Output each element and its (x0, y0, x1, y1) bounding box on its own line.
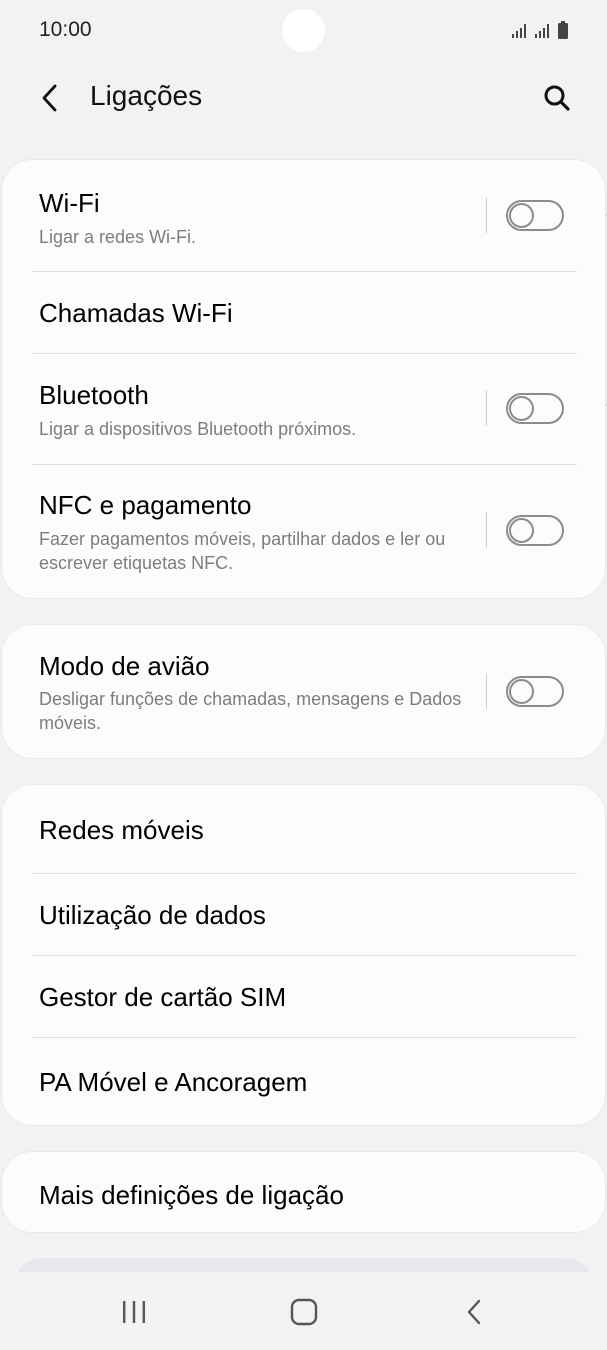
list-item-airplane-mode[interactable]: Modo de avião Desligar funções de chamad… (2, 625, 605, 758)
separator (486, 197, 487, 233)
more-settings-card: Mais definições de ligação (2, 1152, 605, 1232)
wifi-toggle[interactable] (506, 200, 564, 231)
camera-cutout (282, 9, 325, 52)
bluetooth-toggle[interactable] (506, 393, 564, 424)
signal-icon (512, 24, 526, 38)
item-subtitle: Ligar a redes Wi-Fi. (39, 227, 197, 247)
connections-card: Wi-Fi Ligar a redes Wi-Fi. Chamadas Wi-F… (2, 160, 605, 598)
item-title: Chamadas Wi-Fi (39, 298, 233, 328)
battery-icon (558, 21, 568, 39)
list-item-nfc[interactable]: NFC e pagamento Fazer pagamentos móveis,… (2, 465, 605, 598)
list-item-mobile-networks[interactable]: Redes móveis (2, 785, 605, 873)
back-arrow-icon (42, 84, 57, 112)
item-title: Bluetooth (39, 380, 149, 410)
airplane-toggle[interactable] (506, 676, 564, 707)
item-title: Gestor de cartão SIM (39, 982, 287, 1012)
toggle-knob (509, 679, 534, 704)
signal-icon (535, 24, 549, 38)
list-item-wifi-calling[interactable]: Chamadas Wi-Fi (2, 272, 605, 353)
recents-icon (123, 1301, 145, 1323)
recents-button[interactable] (104, 1286, 164, 1338)
item-subtitle: Desligar funções de chamadas, mensagens … (39, 689, 462, 733)
separator (486, 512, 487, 548)
item-title: Wi-Fi (39, 188, 100, 218)
toggle-knob (509, 396, 534, 421)
back-icon (467, 1299, 481, 1325)
separator (486, 673, 487, 709)
status-icons (511, 21, 569, 39)
item-subtitle: Ligar a dispositivos Bluetooth próximos. (39, 419, 357, 439)
search-icon (544, 85, 570, 111)
toggle-knob (509, 518, 534, 543)
nfc-toggle[interactable] (506, 515, 564, 546)
list-item-bluetooth[interactable]: Bluetooth Ligar a dispositivos Bluetooth… (2, 354, 605, 464)
list-item-data-usage[interactable]: Utilização de dados (2, 874, 605, 955)
item-title: PA Móvel e Ancoragem (39, 1067, 308, 1097)
item-title: Modo de avião (39, 651, 210, 681)
item-title: Utilização de dados (39, 900, 266, 930)
list-item-sim-manager[interactable]: Gestor de cartão SIM (2, 956, 605, 1037)
page-title: Ligações (90, 80, 203, 111)
list-item-wifi[interactable]: Wi-Fi Ligar a redes Wi-Fi. (2, 160, 605, 271)
network-card: Redes móveis Utilização de dados Gestor … (2, 785, 605, 1125)
home-button[interactable] (274, 1286, 334, 1338)
status-bar: 10:00 (0, 0, 607, 64)
search-button[interactable] (537, 78, 577, 118)
navigation-bar (0, 1272, 607, 1350)
item-title: Redes móveis (39, 815, 204, 845)
item-title: Mais definições de ligação (39, 1180, 344, 1210)
separator (486, 390, 487, 426)
airplane-card: Modo de avião Desligar funções de chamad… (2, 625, 605, 758)
back-button[interactable] (30, 78, 70, 118)
toggle-knob (509, 203, 534, 228)
item-subtitle: Fazer pagamentos móveis, partilhar dados… (39, 529, 446, 573)
home-icon (290, 1298, 318, 1326)
nav-back-button[interactable] (444, 1286, 504, 1338)
list-item-hotspot-tethering[interactable]: PA Móvel e Ancoragem (2, 1038, 605, 1125)
item-title: NFC e pagamento (39, 490, 252, 520)
app-bar: Ligações (0, 64, 607, 134)
status-time: 10:00 (39, 18, 92, 41)
list-item-more-connection-settings[interactable]: Mais definições de ligação (2, 1152, 605, 1232)
